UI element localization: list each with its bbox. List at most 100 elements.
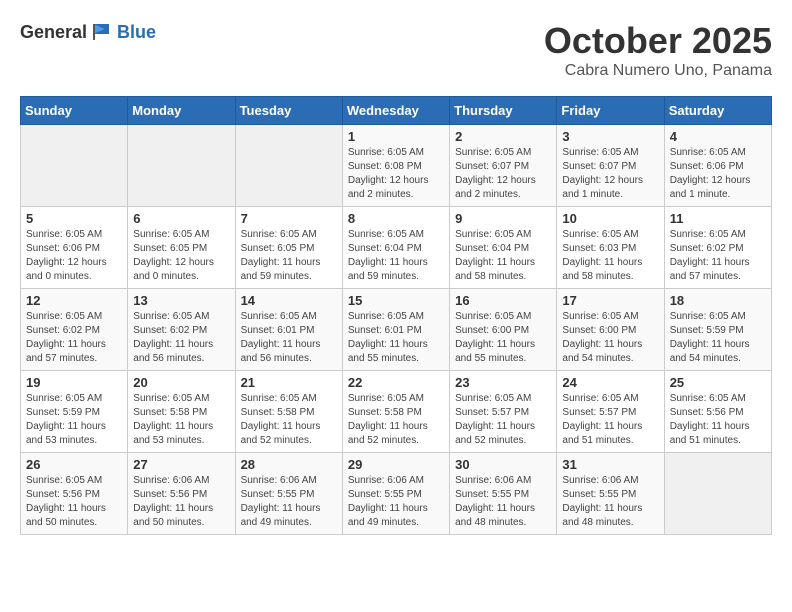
day-number: 26 bbox=[26, 457, 122, 472]
weekday-header-saturday: Saturday bbox=[664, 97, 771, 125]
calendar-cell: 13 Sunrise: 6:05 AM Sunset: 6:02 PM Dayli… bbox=[128, 289, 235, 371]
day-number: 9 bbox=[455, 211, 551, 226]
calendar-cell: 24 Sunrise: 6:05 AM Sunset: 5:57 PM Dayli… bbox=[557, 371, 664, 453]
day-number: 21 bbox=[241, 375, 337, 390]
day-info: Sunrise: 6:05 AM Sunset: 6:06 PM Dayligh… bbox=[670, 146, 766, 202]
day-info: Sunrise: 6:06 AM Sunset: 5:56 PM Dayligh… bbox=[133, 474, 229, 530]
calendar-cell: 25 Sunrise: 6:05 AM Sunset: 5:56 PM Dayli… bbox=[664, 371, 771, 453]
day-info: Sunrise: 6:05 AM Sunset: 5:57 PM Dayligh… bbox=[562, 392, 658, 448]
weekday-header-tuesday: Tuesday bbox=[235, 97, 342, 125]
day-info: Sunrise: 6:05 AM Sunset: 6:01 PM Dayligh… bbox=[241, 310, 337, 366]
calendar-cell: 9Sunrise: 6:05 AM Sunset: 6:04 PM Daylig… bbox=[450, 207, 557, 289]
calendar-table: SundayMondayTuesdayWednesdayThursdayFrid… bbox=[20, 96, 772, 535]
page-header: General Blue October 2025 Cabra Numero U… bbox=[20, 20, 772, 80]
calendar-cell: 27 Sunrise: 6:06 AM Sunset: 5:56 PM Dayli… bbox=[128, 453, 235, 535]
title-block: October 2025 Cabra Numero Uno, Panama bbox=[544, 20, 772, 80]
day-number: 17 bbox=[562, 293, 658, 308]
day-number: 28 bbox=[241, 457, 337, 472]
logo-blue: Blue bbox=[117, 22, 156, 43]
day-number: 22 bbox=[348, 375, 444, 390]
day-info: Sunrise: 6:05 AM Sunset: 6:01 PM Dayligh… bbox=[348, 310, 444, 366]
day-info: Sunrise: 6:05 AM Sunset: 5:58 PM Dayligh… bbox=[133, 392, 229, 448]
calendar-cell: 26 Sunrise: 6:05 AM Sunset: 5:56 PM Dayli… bbox=[21, 453, 128, 535]
calendar-week-row: 5Sunrise: 6:05 AM Sunset: 6:06 PM Daylig… bbox=[21, 207, 772, 289]
day-number: 31 bbox=[562, 457, 658, 472]
day-info: Sunrise: 6:05 AM Sunset: 6:02 PM Dayligh… bbox=[133, 310, 229, 366]
weekday-header-friday: Friday bbox=[557, 97, 664, 125]
calendar-cell: 12 Sunrise: 6:05 AM Sunset: 6:02 PM Dayli… bbox=[21, 289, 128, 371]
day-info: Sunrise: 6:05 AM Sunset: 6:05 PM Dayligh… bbox=[241, 228, 337, 284]
day-info: Sunrise: 6:05 AM Sunset: 6:07 PM Dayligh… bbox=[562, 146, 658, 202]
day-info: Sunrise: 6:05 AM Sunset: 5:56 PM Dayligh… bbox=[26, 474, 122, 530]
day-info: Sunrise: 6:05 AM Sunset: 6:07 PM Dayligh… bbox=[455, 146, 551, 202]
day-number: 27 bbox=[133, 457, 229, 472]
calendar-week-row: 12 Sunrise: 6:05 AM Sunset: 6:02 PM Dayli… bbox=[21, 289, 772, 371]
calendar-week-row: 26 Sunrise: 6:05 AM Sunset: 5:56 PM Dayli… bbox=[21, 453, 772, 535]
day-number: 23 bbox=[455, 375, 551, 390]
calendar-cell: 21 Sunrise: 6:05 AM Sunset: 5:58 PM Dayli… bbox=[235, 371, 342, 453]
day-number: 3 bbox=[562, 129, 658, 144]
calendar-cell: 17Sunrise: 6:05 AM Sunset: 6:00 PM Dayli… bbox=[557, 289, 664, 371]
day-number: 6 bbox=[133, 211, 229, 226]
calendar-cell: 10Sunrise: 6:05 AM Sunset: 6:03 PM Dayli… bbox=[557, 207, 664, 289]
day-number: 2 bbox=[455, 129, 551, 144]
calendar-cell: 23 Sunrise: 6:05 AM Sunset: 5:57 PM Dayli… bbox=[450, 371, 557, 453]
day-number: 25 bbox=[670, 375, 766, 390]
day-info: Sunrise: 6:06 AM Sunset: 5:55 PM Dayligh… bbox=[562, 474, 658, 530]
calendar-cell bbox=[128, 125, 235, 207]
calendar-cell: 22Sunrise: 6:05 AM Sunset: 5:58 PM Dayli… bbox=[342, 371, 449, 453]
calendar-cell: 20Sunrise: 6:05 AM Sunset: 5:58 PM Dayli… bbox=[128, 371, 235, 453]
day-info: Sunrise: 6:05 AM Sunset: 5:58 PM Dayligh… bbox=[241, 392, 337, 448]
day-number: 11 bbox=[670, 211, 766, 226]
day-number: 16 bbox=[455, 293, 551, 308]
day-info: Sunrise: 6:06 AM Sunset: 5:55 PM Dayligh… bbox=[455, 474, 551, 530]
calendar-cell bbox=[664, 453, 771, 535]
day-info: Sunrise: 6:05 AM Sunset: 6:05 PM Dayligh… bbox=[133, 228, 229, 284]
calendar-cell: 19 Sunrise: 6:05 AM Sunset: 5:59 PM Dayli… bbox=[21, 371, 128, 453]
day-number: 14 bbox=[241, 293, 337, 308]
calendar-cell: 11 Sunrise: 6:05 AM Sunset: 6:02 PM Dayli… bbox=[664, 207, 771, 289]
day-number: 15 bbox=[348, 293, 444, 308]
day-number: 19 bbox=[26, 375, 122, 390]
calendar-cell: 16Sunrise: 6:05 AM Sunset: 6:00 PM Dayli… bbox=[450, 289, 557, 371]
day-number: 18 bbox=[670, 293, 766, 308]
weekday-header-sunday: Sunday bbox=[21, 97, 128, 125]
logo: General Blue bbox=[20, 20, 156, 44]
calendar-cell: 28Sunrise: 6:06 AM Sunset: 5:55 PM Dayli… bbox=[235, 453, 342, 535]
day-info: Sunrise: 6:05 AM Sunset: 5:56 PM Dayligh… bbox=[670, 392, 766, 448]
day-number: 12 bbox=[26, 293, 122, 308]
day-number: 4 bbox=[670, 129, 766, 144]
calendar-cell: 1 Sunrise: 6:05 AM Sunset: 6:08 PM Daylig… bbox=[342, 125, 449, 207]
calendar-cell: 29 Sunrise: 6:06 AM Sunset: 5:55 PM Dayli… bbox=[342, 453, 449, 535]
weekday-header-wednesday: Wednesday bbox=[342, 97, 449, 125]
day-number: 30 bbox=[455, 457, 551, 472]
day-info: Sunrise: 6:05 AM Sunset: 5:59 PM Dayligh… bbox=[670, 310, 766, 366]
calendar-cell: 31 Sunrise: 6:06 AM Sunset: 5:55 PM Dayli… bbox=[557, 453, 664, 535]
calendar-cell: 6 Sunrise: 6:05 AM Sunset: 6:05 PM Daylig… bbox=[128, 207, 235, 289]
calendar-cell: 4 Sunrise: 6:05 AM Sunset: 6:06 PM Daylig… bbox=[664, 125, 771, 207]
calendar-cell: 3 Sunrise: 6:05 AM Sunset: 6:07 PM Daylig… bbox=[557, 125, 664, 207]
calendar-week-row: 1 Sunrise: 6:05 AM Sunset: 6:08 PM Daylig… bbox=[21, 125, 772, 207]
day-number: 24 bbox=[562, 375, 658, 390]
day-info: Sunrise: 6:05 AM Sunset: 6:02 PM Dayligh… bbox=[670, 228, 766, 284]
day-info: Sunrise: 6:05 AM Sunset: 5:59 PM Dayligh… bbox=[26, 392, 122, 448]
day-info: Sunrise: 6:05 AM Sunset: 6:03 PM Dayligh… bbox=[562, 228, 658, 284]
calendar-cell bbox=[21, 125, 128, 207]
calendar-cell: 30 Sunrise: 6:06 AM Sunset: 5:55 PM Dayli… bbox=[450, 453, 557, 535]
day-number: 13 bbox=[133, 293, 229, 308]
calendar-cell: 15 Sunrise: 6:05 AM Sunset: 6:01 PM Dayli… bbox=[342, 289, 449, 371]
day-number: 29 bbox=[348, 457, 444, 472]
calendar-cell: 8Sunrise: 6:05 AM Sunset: 6:04 PM Daylig… bbox=[342, 207, 449, 289]
day-number: 5 bbox=[26, 211, 122, 226]
calendar-cell: 7Sunrise: 6:05 AM Sunset: 6:05 PM Daylig… bbox=[235, 207, 342, 289]
day-info: Sunrise: 6:06 AM Sunset: 5:55 PM Dayligh… bbox=[348, 474, 444, 530]
calendar-cell: 5Sunrise: 6:05 AM Sunset: 6:06 PM Daylig… bbox=[21, 207, 128, 289]
calendar-cell: 18 Sunrise: 6:05 AM Sunset: 5:59 PM Dayli… bbox=[664, 289, 771, 371]
day-number: 1 bbox=[348, 129, 444, 144]
day-info: Sunrise: 6:05 AM Sunset: 6:02 PM Dayligh… bbox=[26, 310, 122, 366]
day-info: Sunrise: 6:05 AM Sunset: 6:08 PM Dayligh… bbox=[348, 146, 444, 202]
day-info: Sunrise: 6:05 AM Sunset: 5:57 PM Dayligh… bbox=[455, 392, 551, 448]
calendar-cell: 2 Sunrise: 6:05 AM Sunset: 6:07 PM Daylig… bbox=[450, 125, 557, 207]
calendar-week-row: 19 Sunrise: 6:05 AM Sunset: 5:59 PM Dayli… bbox=[21, 371, 772, 453]
weekday-header-row: SundayMondayTuesdayWednesdayThursdayFrid… bbox=[21, 97, 772, 125]
